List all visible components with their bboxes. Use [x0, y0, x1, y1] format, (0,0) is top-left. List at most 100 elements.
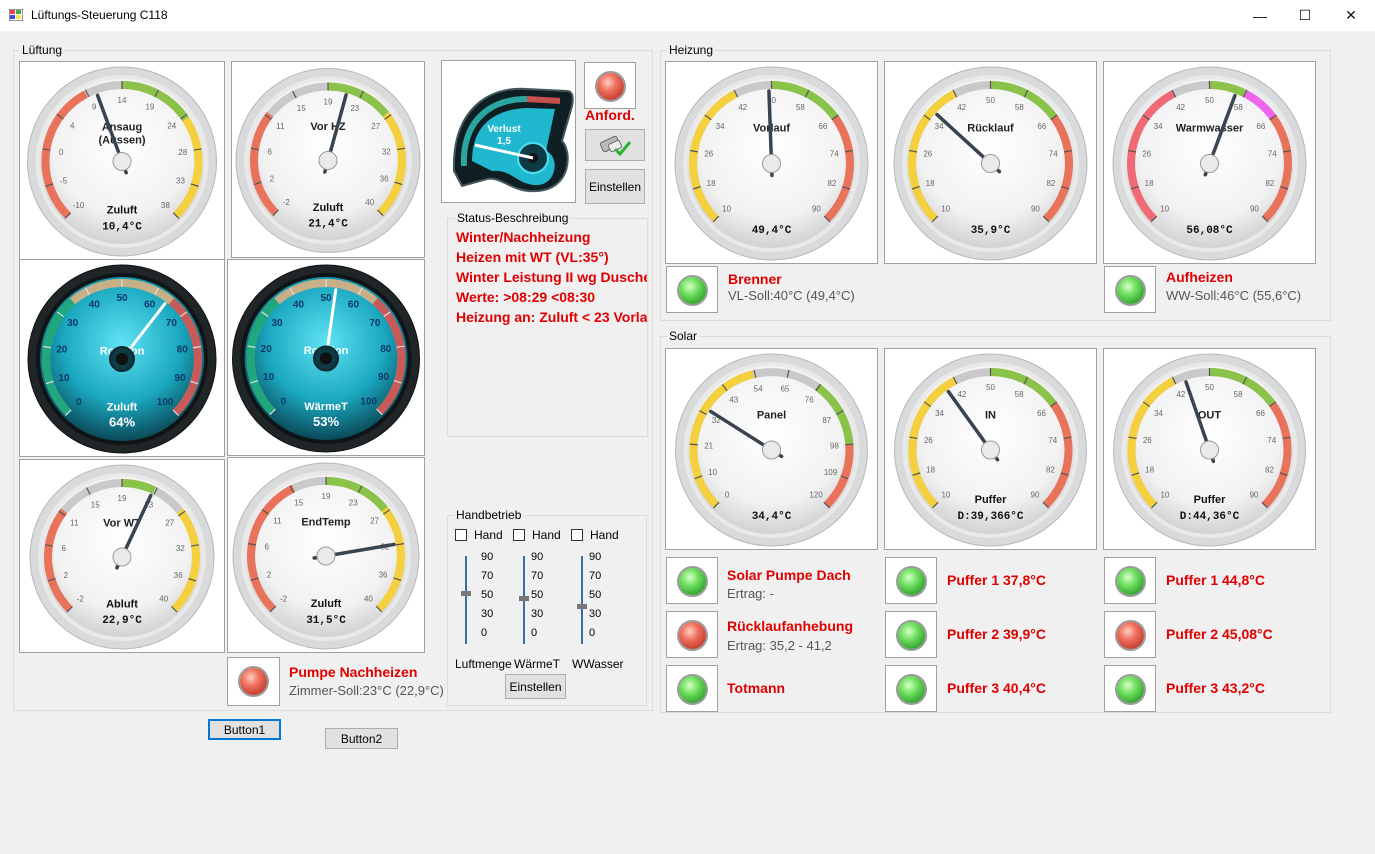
brenner-indicator [666, 266, 718, 313]
slider-tick-label: 90 [531, 551, 544, 563]
slider-tick-label: 0 [531, 627, 538, 639]
solar-pumpe-led [679, 568, 706, 595]
einstellen-hand-button[interactable]: Einstellen [505, 674, 566, 699]
gauge-rotation-waermet: 0102030405060708090100RotationWärmeT53% [227, 259, 425, 456]
puffer-out-1-led [1117, 568, 1144, 595]
gauge-tick-label: 60 [348, 300, 360, 311]
gauge-tick-label: 109 [824, 468, 838, 477]
aufheizen-title: Aufheizen [1166, 269, 1233, 285]
group-solar-title: Solar [669, 329, 698, 343]
gauge-value: 10,4°C [102, 222, 142, 234]
gauge-tick-label: 40 [365, 198, 374, 207]
hand-checkbox[interactable] [571, 529, 583, 541]
slider-track[interactable] [465, 556, 467, 644]
gauge-tick-label: 10 [941, 204, 950, 213]
gauge-tick-label: 34 [935, 409, 944, 418]
gauge-endtemp: -2261115192327323640EndTempZuluft31,5°C [227, 457, 425, 653]
gauge-tick-label: 6 [61, 544, 66, 553]
puffer-in-2-led [898, 622, 925, 649]
gauge-tick-label: 66 [818, 122, 827, 131]
confirm-icon [599, 135, 632, 157]
gauge-tick-label: 120 [809, 491, 823, 500]
gauge-tick-label: 6 [265, 543, 270, 552]
title-bar: Lüftungs-Steuerung C118 — ☐ ✕ [0, 0, 1375, 31]
puffer-in-1-led [898, 568, 925, 595]
gauge-tick-label: 87 [822, 416, 831, 425]
gauge-tick-label: 11 [273, 517, 282, 526]
gauge-tick-label: 19 [322, 492, 331, 501]
gauge-value: 21,4°C [308, 219, 348, 231]
ruecklaufanhebung-indicator [666, 611, 718, 658]
gauge-tick-label: 11 [70, 518, 79, 527]
gauge-tick-label: 10 [263, 372, 275, 383]
slider-tick-label: 30 [481, 608, 494, 620]
gauge-tick-label: 19 [145, 103, 154, 112]
hand-checkbox-label: Hand [590, 528, 619, 542]
gauge-tick-label: 58 [1234, 390, 1243, 399]
button1[interactable]: Button1 [208, 719, 281, 740]
maximize-button[interactable]: ☐ [1282, 0, 1328, 31]
gauge-tick-label: 33 [176, 177, 185, 186]
gauge-tick-label: 0 [280, 396, 286, 407]
gauge-value: 34,4°C [752, 511, 792, 523]
ruecklaufanhebung-detail: Ertrag: 35,2 - 41,2 [727, 638, 832, 653]
totmann-indicator [666, 665, 718, 712]
gauge-value: 53% [313, 414, 339, 429]
status-line: Werte: >08:29 <08:30 [456, 289, 596, 305]
gauge-tick-label: 26 [924, 436, 933, 445]
gauge-tick-label: 18 [926, 465, 935, 474]
gauge-tick-label: 19 [118, 494, 127, 503]
close-button[interactable]: ✕ [1328, 0, 1374, 31]
minimize-button[interactable]: — [1237, 0, 1283, 31]
gauge-tick-label: 82 [1046, 179, 1055, 188]
gauge-tick-label: 90 [378, 372, 390, 383]
gauge-tick-label: 50 [986, 96, 995, 105]
gauge-tick-label: 23 [349, 499, 358, 508]
gauge-tick-label: 10 [722, 204, 731, 213]
gauge-tick-label: 54 [754, 384, 763, 393]
gauge-tick-label: 65 [780, 384, 789, 393]
hand-checkbox[interactable] [513, 529, 525, 541]
slider-label: WärmeT [514, 657, 560, 671]
hand-checkbox[interactable] [455, 529, 467, 541]
gauge-tick-label: 24 [167, 121, 176, 130]
hand-checkbox-label: Hand [532, 528, 561, 542]
aufheizen-detail: WW-Soll:46°C (55,6°C) [1166, 288, 1302, 303]
einstellen-top-button[interactable]: Einstellen [585, 169, 645, 204]
gauge-tick-label: 18 [1145, 179, 1154, 188]
anford-led [597, 73, 624, 100]
slider-thumb[interactable] [519, 595, 529, 601]
slider-tick-label: 70 [481, 570, 494, 582]
gauge-sublabel: Puffer [1194, 494, 1227, 506]
puffer-out-1-title: Puffer 1 44,8°C [1166, 572, 1265, 588]
gauge-title: OUT [1198, 409, 1222, 421]
puffer-out-2-led [1117, 622, 1144, 649]
button2[interactable]: Button2 [325, 728, 398, 749]
gauge-tick-label: 34 [1154, 122, 1163, 131]
handbetrieb-title: Handbetrieb [456, 508, 522, 522]
status-title: Status-Beschreibung [455, 211, 571, 225]
anford-label: Anford. [585, 107, 635, 123]
gauge-tick-label: 32 [382, 147, 391, 156]
pumpe-nachheizen-indicator [227, 657, 280, 706]
gauge-value: D:44,36°C [1180, 511, 1240, 523]
status-line: Heizen mit WT (VL:35°) [456, 249, 609, 265]
gauge-tick-label: -5 [60, 177, 68, 186]
group-heizung-title: Heizung [669, 43, 714, 57]
gauge-value: 64% [109, 415, 135, 430]
gauge-tick-label: 27 [370, 517, 379, 526]
puffer-in-1-indicator [885, 557, 937, 604]
gauge-tick-label: 100 [360, 396, 377, 407]
slider-tick-label: 30 [589, 608, 602, 620]
gauge-tick-label: 40 [159, 595, 168, 604]
gauge-tick-label: 38 [161, 201, 170, 210]
ruecklaufanhebung-title: Rücklaufanhebung [727, 618, 854, 634]
gauge-tick-label: 15 [294, 499, 303, 508]
confirm-button[interactable] [585, 129, 645, 161]
gauge-tick-label: 36 [380, 175, 389, 184]
slider-thumb[interactable] [577, 604, 587, 610]
gauge-tick-label: 26 [1142, 150, 1151, 159]
slider-track[interactable] [581, 556, 583, 644]
gauge-sublabel: Puffer [975, 494, 1008, 506]
slider-thumb[interactable] [461, 591, 471, 597]
